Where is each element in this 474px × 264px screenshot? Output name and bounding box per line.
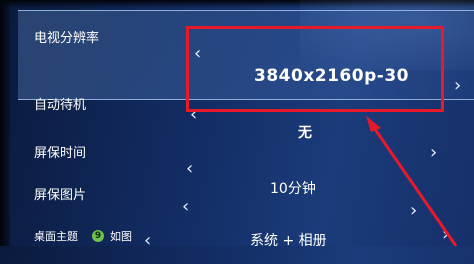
annotation-arrow (366, 116, 458, 246)
